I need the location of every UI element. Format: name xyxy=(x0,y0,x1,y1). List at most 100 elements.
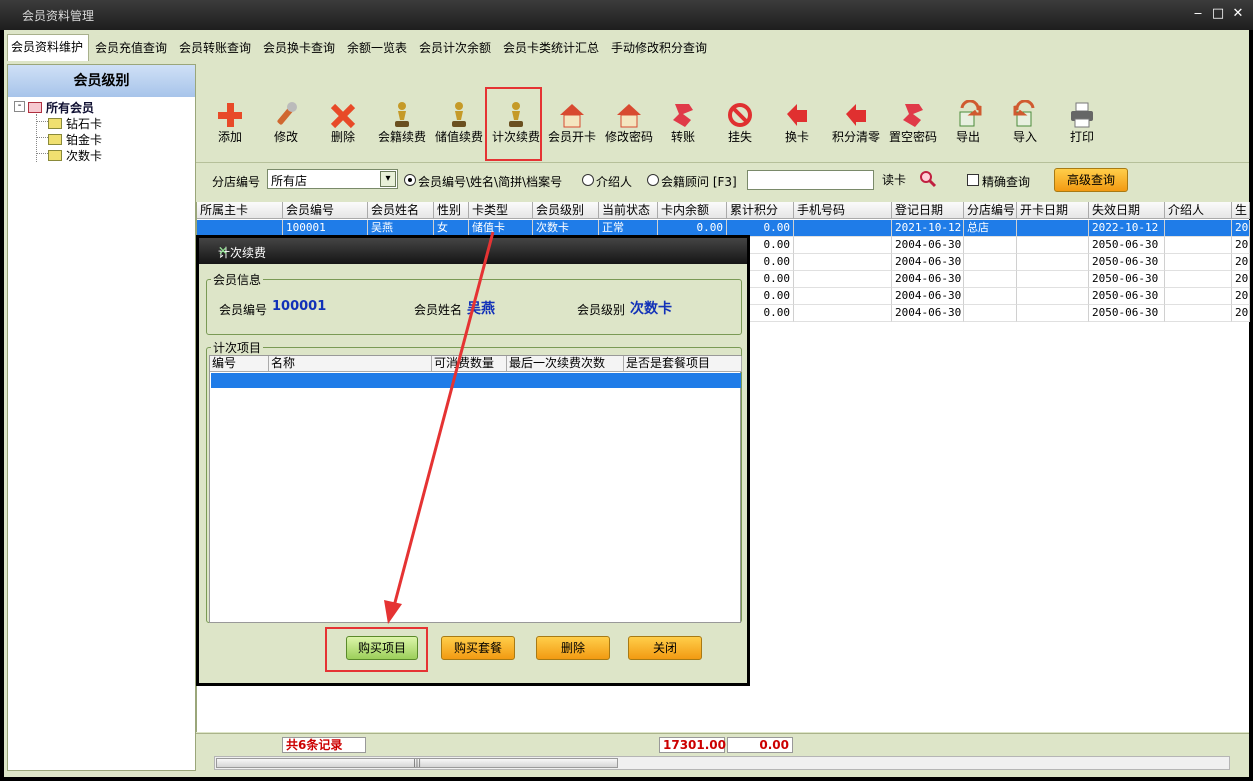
exact-query-checkbox[interactable] xyxy=(967,174,979,186)
toolbar-button-10[interactable]: 挂失 xyxy=(714,64,766,160)
items-col-is-package[interactable]: 是否是套餐项目 xyxy=(624,356,742,372)
toolbar-button-label: 修改密码 xyxy=(604,130,653,144)
table-cell: 20 xyxy=(1232,220,1250,237)
items-legend: 计次项目 xyxy=(213,341,262,355)
tree-item-label: 钻石卡 xyxy=(66,117,103,131)
tree-connector xyxy=(36,137,48,138)
toolbar-button-5[interactable]: 储值续费 xyxy=(431,64,487,160)
tab-balance-overview[interactable]: 余额一览表 xyxy=(344,36,414,61)
tab-transfer-query[interactable]: 会员转账查询 xyxy=(176,36,258,61)
radio-consultant[interactable] xyxy=(647,174,659,186)
scrollbar-thumb[interactable]: ||| xyxy=(216,758,618,768)
read-card-label[interactable]: 读卡 xyxy=(882,171,906,188)
toolbar-button-2[interactable]: 修改 xyxy=(260,64,312,160)
items-col-quantity[interactable]: 可消费数量 xyxy=(432,356,507,372)
grid-col-header[interactable]: 性别 xyxy=(434,202,469,219)
wrench-icon xyxy=(272,100,300,130)
toolbar-button-1[interactable]: 添加 xyxy=(204,64,256,160)
toolbar-button-label: 删除 xyxy=(330,130,355,144)
grid-col-header[interactable]: 累计积分 xyxy=(727,202,794,219)
table-cell xyxy=(794,254,892,271)
toolbar-button-15[interactable]: 导入 xyxy=(999,64,1051,160)
tab-manual-points-query[interactable]: 手动修改积分查询 xyxy=(608,36,716,61)
branch-select[interactable]: 所有店 ▾ xyxy=(267,169,398,189)
toolbar-button-13[interactable]: 置空密码 xyxy=(885,64,941,160)
tab-card-type-summary[interactable]: 会员卡类统计汇总 xyxy=(500,36,606,61)
items-col-code[interactable]: 编号 xyxy=(210,356,269,372)
tab-card-change-query[interactable]: 会员换卡查询 xyxy=(260,36,342,61)
grid-col-header[interactable]: 会员姓名 xyxy=(368,202,434,219)
delete-button[interactable]: 删除 xyxy=(536,636,610,660)
arrow-back-icon xyxy=(842,100,870,130)
maximize-button[interactable]: □ xyxy=(1208,5,1228,23)
items-col-last-renewal[interactable]: 最后一次续费次数 xyxy=(507,356,624,372)
buy-package-button[interactable]: 购买套餐 xyxy=(441,636,515,660)
grid-col-header[interactable]: 所属主卡 xyxy=(197,202,283,219)
branch-select-value: 所有店 xyxy=(271,174,308,188)
folder-icon xyxy=(48,118,62,129)
close-window-button[interactable]: ✕ xyxy=(1228,5,1248,23)
grid-col-header[interactable]: 卡内余额 xyxy=(658,202,727,219)
grid-col-header[interactable]: 手机号码 xyxy=(794,202,892,219)
highlight-box-buy-item xyxy=(325,627,428,672)
items-selected-row[interactable] xyxy=(211,373,741,388)
grid-col-header[interactable]: 分店编号 xyxy=(964,202,1017,219)
table-cell xyxy=(794,305,892,322)
grid-col-header[interactable]: 当前状态 xyxy=(599,202,658,219)
search-icon[interactable] xyxy=(919,170,937,188)
tree-item-count-card[interactable]: 次数卡 xyxy=(48,147,102,164)
member-no-value: 100001 xyxy=(272,299,327,314)
table-cell: 2050-06-30 xyxy=(1089,288,1165,305)
grid-col-header[interactable]: 生 xyxy=(1232,202,1250,219)
tab-count-balance[interactable]: 会员计次余额 xyxy=(416,36,498,61)
toolbar-button-9[interactable]: 转账 xyxy=(657,64,709,160)
transfer-icon xyxy=(899,100,927,130)
table-cell: 2004-06-30 xyxy=(892,271,964,288)
dialog-close-icon[interactable]: ✕ xyxy=(218,244,741,258)
toolbar-button-3[interactable]: 删除 xyxy=(317,64,369,160)
toolbar-button-12[interactable]: 积分清零 xyxy=(828,64,884,160)
arrow-back-icon xyxy=(783,100,811,130)
grid-col-header[interactable]: 卡类型 xyxy=(469,202,533,219)
minimize-button[interactable]: ‒ xyxy=(1188,5,1208,23)
radio-introducer[interactable] xyxy=(582,174,594,186)
grid-col-header[interactable]: 会员编号 xyxy=(283,202,368,219)
grid-col-header[interactable]: 介绍人 xyxy=(1165,202,1232,219)
tree-item-platinum[interactable]: 铂金卡 xyxy=(48,131,102,148)
search-input[interactable] xyxy=(747,170,874,190)
advanced-query-button[interactable]: 高级查询 xyxy=(1054,168,1128,192)
table-cell xyxy=(1165,220,1232,237)
tab-recharge-query[interactable]: 会员充值查询 xyxy=(92,36,174,61)
grid-header: 所属主卡 会员编号 会员姓名 性别 卡类型 会员级别 当前状态 卡内余额 累计积分 手机号码 登记日… xyxy=(197,202,1250,219)
grid-col-header[interactable]: 登记日期 xyxy=(892,202,964,219)
toolbar-button-14[interactable]: 导出 xyxy=(942,64,994,160)
add-icon xyxy=(216,100,244,130)
member-name-label: 会员姓名 xyxy=(414,303,463,317)
table-cell xyxy=(1017,237,1089,254)
items-col-name[interactable]: 名称 xyxy=(269,356,432,372)
tree-collapse-toggle[interactable]: - xyxy=(14,101,25,112)
toolbar-button-8[interactable]: 修改密码 xyxy=(601,64,657,160)
radio-member-no[interactable] xyxy=(404,174,416,186)
tree-root-all-members[interactable]: 所有会员 xyxy=(28,99,94,116)
table-cell: 2021-10-12 xyxy=(892,220,964,237)
horizontal-scrollbar[interactable]: ||| xyxy=(214,756,1230,770)
toolbar-button-16[interactable]: 打印 xyxy=(1056,64,1108,160)
toolbar-button-4[interactable]: 会籍续费 xyxy=(374,64,430,160)
table-cell: 2004-06-30 xyxy=(892,288,964,305)
grid-col-header[interactable]: 失效日期 xyxy=(1089,202,1165,219)
tree-item-diamond[interactable]: 钻石卡 xyxy=(48,115,102,132)
tab-member-maintenance[interactable]: 会员资料维护 xyxy=(7,34,89,61)
table-cell xyxy=(964,254,1017,271)
pawn-icon xyxy=(445,100,473,130)
grid-col-header[interactable]: 会员级别 xyxy=(533,202,599,219)
chevron-down-icon[interactable]: ▾ xyxy=(380,171,396,187)
toolbar-button-label: 修改 xyxy=(273,130,298,144)
toolbar-button-11[interactable]: 换卡 xyxy=(771,64,823,160)
grid-col-header[interactable]: 开卡日期 xyxy=(1017,202,1089,219)
close-button[interactable]: 关闭 xyxy=(628,636,702,660)
member-info-legend: 会员信息 xyxy=(213,273,262,287)
toolbar-button-7[interactable]: 会员开卡 xyxy=(544,64,600,160)
table-cell xyxy=(1017,305,1089,322)
toolbar-button-label: 导出 xyxy=(955,130,980,144)
